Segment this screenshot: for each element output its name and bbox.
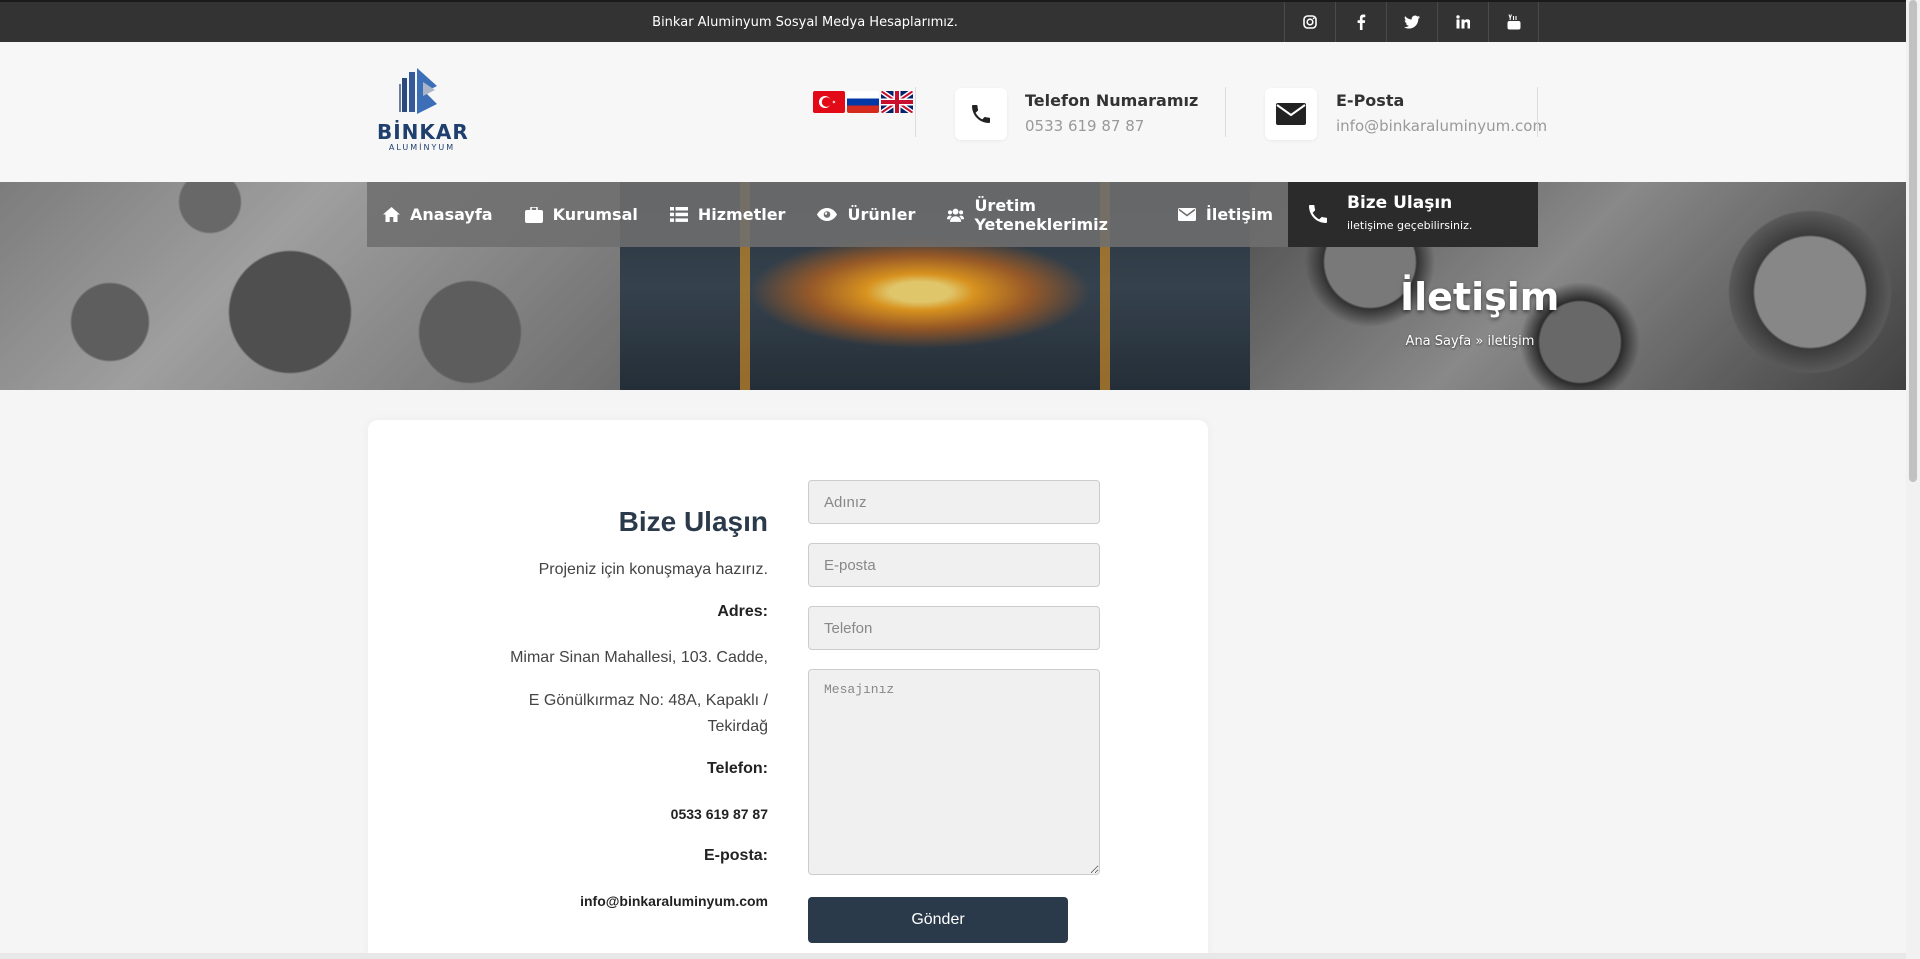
breadcrumb-home-link[interactable]: Ana Sayfa xyxy=(1406,334,1472,349)
breadcrumb-separator: » xyxy=(1471,334,1488,349)
nav-item-anasayfa[interactable]: Anasayfa xyxy=(367,182,509,247)
youtube-link[interactable] xyxy=(1488,2,1539,42)
phone-icon xyxy=(972,105,990,123)
phone-title: Telefon Numaramız xyxy=(1025,91,1199,110)
envelope-icon xyxy=(1276,103,1306,125)
address-line-2: E Gönülkırmaz No: 48A, Kapaklı / Tekirda… xyxy=(528,692,768,735)
linkedin-icon xyxy=(1456,15,1470,29)
contact-intro: Projeniz için konuşmaya hazırız. xyxy=(538,561,768,578)
nav-item-hizmetler[interactable]: Hizmetler xyxy=(654,182,802,247)
twitter-icon xyxy=(1404,15,1420,29)
contact-card: Bize Ulaşın Projeniz için konuşmaya hazı… xyxy=(368,420,1208,959)
en-flag-icon[interactable] xyxy=(881,91,913,113)
nav-label: Üretim Yeteneklerimiz xyxy=(974,195,1108,234)
phone-icon xyxy=(1309,205,1327,223)
scroll-thumb[interactable] xyxy=(1909,0,1917,482)
twitter-link[interactable] xyxy=(1386,2,1437,42)
email-input[interactable] xyxy=(808,543,1100,587)
contact-heading: Bize Ulaşın xyxy=(618,506,768,537)
address-line-1: Mimar Sinan Mahallesi, 103. Cadde, xyxy=(510,649,768,666)
ru-flag-icon[interactable] xyxy=(847,91,879,113)
main-nav: Anasayfa Kurumsal Hizmetler Ürünler Üret… xyxy=(367,182,1289,247)
nav-label: Ürünler xyxy=(847,205,916,224)
nav-label: Kurumsal xyxy=(552,205,638,224)
youtube-icon xyxy=(1507,14,1520,30)
cta-subtitle: iletişime geçebilirsiniz. xyxy=(1347,219,1473,232)
instagram-icon xyxy=(1303,15,1317,29)
header-divider xyxy=(1225,87,1226,137)
users-icon xyxy=(947,208,965,222)
email-label: E-posta: xyxy=(704,847,768,864)
nav-item-urunler[interactable]: Ürünler xyxy=(801,182,931,247)
facebook-link[interactable] xyxy=(1335,2,1386,42)
nav-item-iletisim[interactable]: İletişim xyxy=(1162,182,1289,247)
logo-mark-icon xyxy=(399,68,437,114)
phone-icon-box xyxy=(955,88,1007,140)
logo-subtext: ALUMİNYUM xyxy=(388,143,456,152)
tr-flag-icon[interactable] xyxy=(813,91,845,113)
email-title: E-Posta xyxy=(1336,91,1405,110)
linkedin-link[interactable] xyxy=(1437,2,1488,42)
header-divider xyxy=(1537,87,1538,137)
contact-phone[interactable]: 0533 619 87 87 xyxy=(671,806,768,822)
home-icon xyxy=(383,207,400,222)
nav-item-kurumsal[interactable]: Kurumsal xyxy=(509,182,654,247)
site-logo[interactable]: BİNKAR ALUMİNYUM xyxy=(377,64,469,156)
phone-input[interactable] xyxy=(808,606,1100,650)
facebook-icon xyxy=(1357,14,1366,30)
header-divider xyxy=(915,87,916,137)
phone-value[interactable]: 0533 619 87 87 xyxy=(1025,117,1144,135)
language-switcher xyxy=(813,91,913,113)
logo-text: BİNKAR xyxy=(377,120,469,144)
submit-button[interactable]: Gönder xyxy=(808,897,1068,943)
instagram-link[interactable] xyxy=(1284,2,1335,42)
address-label: Adres: xyxy=(717,603,768,620)
nav-label: İletişim xyxy=(1205,205,1273,224)
briefcase-icon xyxy=(524,206,543,223)
nav-item-uretim[interactable]: Üretim Yeteneklerimiz xyxy=(931,182,1162,247)
list-icon xyxy=(669,207,688,222)
phone-label: Telefon: xyxy=(706,760,768,777)
envelope-icon xyxy=(1177,208,1196,221)
contact-email[interactable]: info@binkaraluminyum.com xyxy=(580,893,768,909)
eye-icon xyxy=(817,208,838,221)
page-scrollbar[interactable] xyxy=(1906,0,1920,959)
breadcrumb: Ana Sayfa » iletişim xyxy=(1400,334,1540,349)
name-input[interactable] xyxy=(808,480,1100,524)
email-icon-box xyxy=(1265,88,1317,140)
nav-label: Anasayfa xyxy=(410,205,493,224)
message-textarea[interactable] xyxy=(808,669,1100,875)
top-bar: Binkar Aluminyum Sosyal Medya Hesaplarım… xyxy=(0,0,1906,42)
page-title: İletişim xyxy=(1400,275,1560,319)
breadcrumb-current: iletişim xyxy=(1487,334,1535,349)
cta-title: Bize Ulaşın xyxy=(1347,193,1453,213)
contact-cta-button[interactable]: Bize Ulaşın iletişime geçebilirsiniz. xyxy=(1288,182,1538,247)
topbar-text: Binkar Aluminyum Sosyal Medya Hesaplarım… xyxy=(652,15,958,30)
nav-label: Hizmetler xyxy=(697,205,786,224)
email-value[interactable]: info@binkaraluminyum.com xyxy=(1336,117,1547,135)
social-links xyxy=(1284,2,1539,42)
site-header: BİNKAR ALUMİNYUM Telefon Numaramız 0533 … xyxy=(0,42,1906,182)
